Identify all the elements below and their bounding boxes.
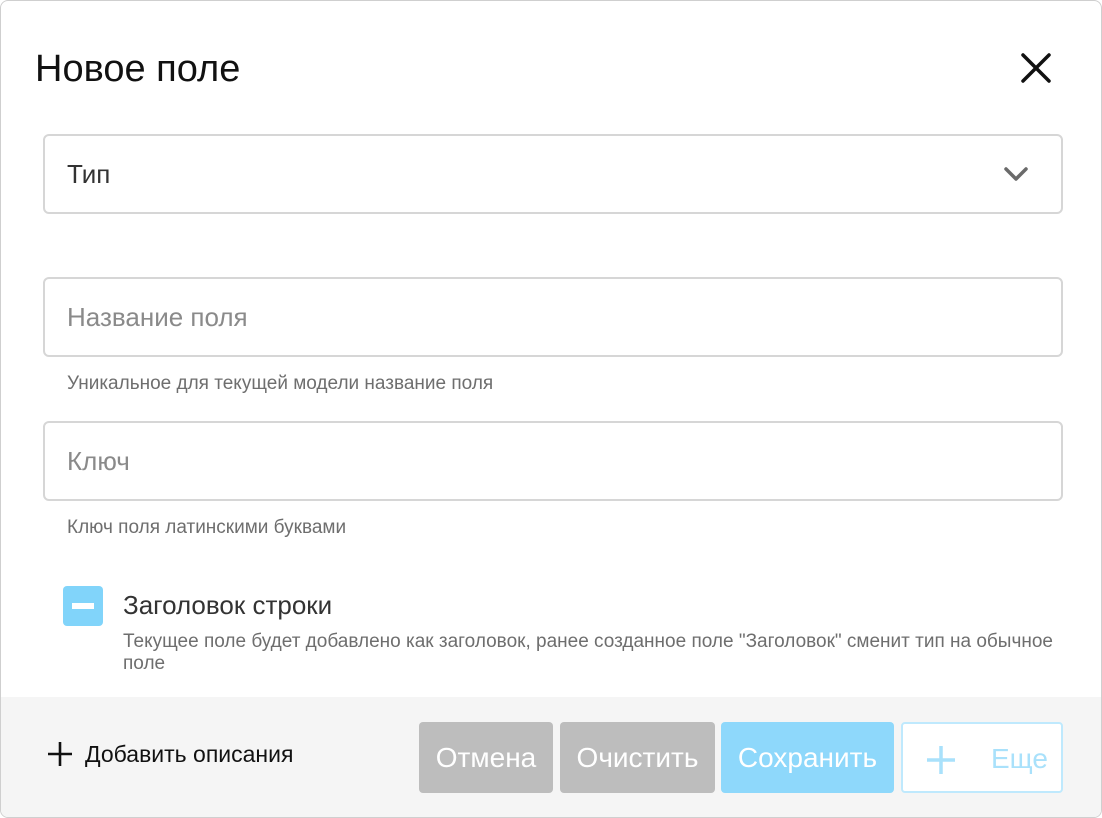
new-field-dialog: Новое поле Тип Уникальное для текущей мо… xyxy=(0,0,1102,818)
field-name-container xyxy=(43,277,1063,357)
type-select-value: Тип xyxy=(67,159,111,189)
field-key-input[interactable] xyxy=(67,423,1007,499)
field-name-input[interactable] xyxy=(67,279,1007,355)
more-button[interactable]: Еще xyxy=(901,722,1063,793)
dialog-footer: Добавить описания Отмена Очистить Сохран… xyxy=(1,697,1101,817)
field-key-helper: Ключ поля латинскими буквами xyxy=(67,517,347,538)
row-header-description: Текущее поле будет добавлено как заголов… xyxy=(123,631,1053,674)
close-icon xyxy=(1021,53,1051,83)
add-descriptions-button[interactable]: Добавить описания xyxy=(45,737,293,771)
more-label: Еще xyxy=(991,743,1048,774)
row-header-checkbox[interactable] xyxy=(63,586,103,626)
clear-button[interactable]: Очистить xyxy=(560,722,715,793)
close-button[interactable] xyxy=(1015,47,1057,89)
field-key-container xyxy=(43,421,1063,501)
plus-icon xyxy=(48,742,72,766)
save-button[interactable]: Сохранить xyxy=(721,722,894,793)
type-select[interactable]: Тип xyxy=(43,134,1063,214)
indeterminate-checkbox-icon xyxy=(72,603,94,609)
add-descriptions-label: Добавить описания xyxy=(85,740,294,767)
dialog-title: Новое поле xyxy=(35,48,241,90)
cancel-button[interactable]: Отмена xyxy=(419,722,553,793)
field-name-helper: Уникальное для текущей модели название п… xyxy=(67,373,494,394)
plus-icon xyxy=(927,746,955,774)
chevron-down-icon xyxy=(1004,167,1028,181)
row-header-label: Заголовок строки xyxy=(123,590,333,620)
